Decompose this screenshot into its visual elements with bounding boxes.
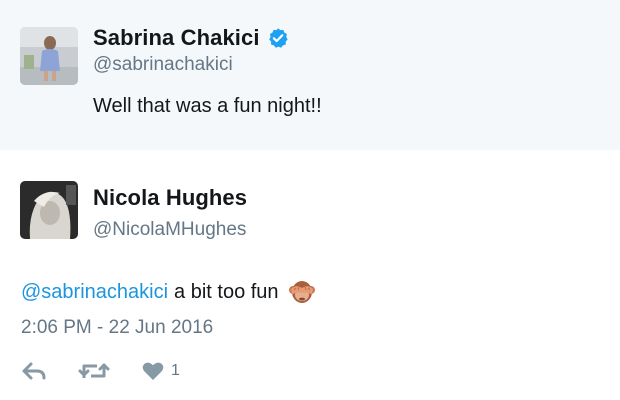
heart-icon xyxy=(141,360,165,382)
like-count: 1 xyxy=(171,362,180,379)
mention-link[interactable]: @sabrinachakici xyxy=(21,281,168,304)
handle[interactable]: @sabrinachakici xyxy=(93,54,233,76)
tweet-text: Well that was a fun night!! xyxy=(93,95,322,117)
see-no-evil-monkey-emoji-icon xyxy=(287,277,317,307)
display-name[interactable]: Nicola Hughes xyxy=(93,185,247,211)
reply-button[interactable] xyxy=(21,360,47,382)
avatar-sabrina[interactable] xyxy=(20,27,78,85)
reply-icon xyxy=(21,360,47,382)
tweet-actions: 1 xyxy=(21,360,180,382)
reply-tweet: Nicola Hughes @NicolaMHughes @sabrinacha… xyxy=(0,150,620,400)
reply-name-row: Nicola Hughes xyxy=(93,185,247,211)
retweet-icon xyxy=(77,360,111,382)
tweet-text-body: a bit too fun xyxy=(174,280,279,303)
like-button[interactable]: 1 xyxy=(141,360,180,382)
retweet-button[interactable] xyxy=(77,360,111,382)
parent-name-row: Sabrina Chakici xyxy=(93,25,289,51)
handle[interactable]: @NicolaMHughes xyxy=(93,219,246,241)
verified-badge-icon xyxy=(267,27,289,49)
tweet-text: @sabrinachakici a bit too fun xyxy=(21,277,317,307)
parent-tweet: Sabrina Chakici @sabrinachakici Well tha… xyxy=(0,0,620,150)
display-name[interactable]: Sabrina Chakici xyxy=(93,25,260,51)
timestamp[interactable]: 2:06 PM - 22 Jun 2016 xyxy=(21,317,213,339)
avatar-nicola[interactable] xyxy=(20,181,78,239)
